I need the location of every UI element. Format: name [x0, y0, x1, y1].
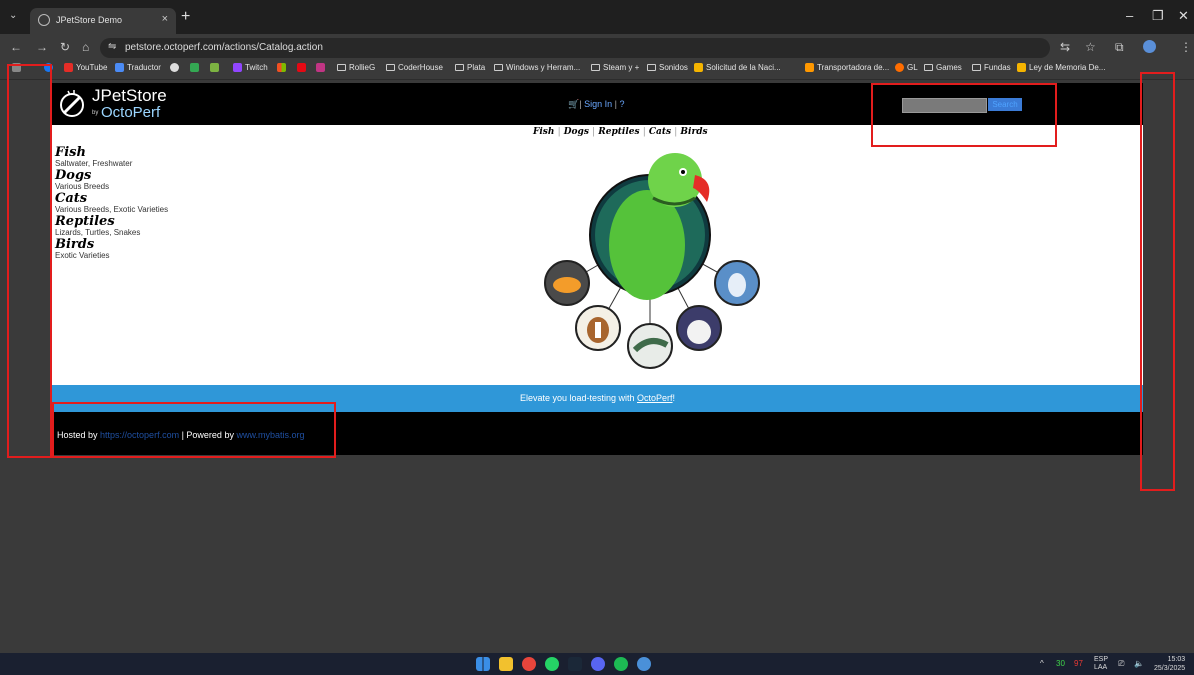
reload-icon[interactable]: ↻ [60, 40, 70, 54]
windows-start-icon[interactable] [476, 657, 490, 671]
network-icon[interactable]: ⎚ [1118, 659, 1124, 669]
back-icon[interactable]: ← [10, 40, 22, 54]
microsoft-icon[interactable] [277, 63, 289, 72]
signin-link[interactable]: 🛒| Sign In | ? [568, 99, 625, 110]
quicklink-fish[interactable]: Fish [533, 127, 554, 137]
tray-chevron-icon[interactable]: ^ [1040, 659, 1044, 668]
quicklink-reptiles[interactable]: Reptiles [598, 127, 639, 137]
sidebar-fish[interactable]: Fish [55, 146, 168, 159]
translate-icon[interactable]: ⇆ [1060, 40, 1070, 54]
browser-tab[interactable]: JPetStore Demo × [30, 8, 176, 34]
instagram-icon[interactable] [316, 63, 328, 72]
bookmark-coderhouse[interactable]: CoderHouse [386, 63, 443, 72]
birds-small-circle[interactable] [714, 260, 760, 306]
fish-circle[interactable] [544, 260, 590, 306]
tray-num1: 30 [1056, 659, 1065, 668]
bookmark-plata[interactable]: Plata [455, 63, 485, 72]
bookmark-fundas[interactable]: Fundas [972, 63, 1011, 72]
banner-text: Elevate you load-testing with [519, 393, 638, 403]
bookmark-ley[interactable]: Ley de Memoria De... [1017, 63, 1105, 72]
profile-avatar[interactable] [1143, 40, 1156, 53]
maps-icon[interactable] [190, 63, 202, 72]
spotify-icon[interactable] [614, 657, 628, 671]
netflix-icon[interactable] [297, 63, 309, 72]
bookmark-youtube[interactable]: YouTube [64, 63, 107, 72]
url-text[interactable]: petstore.octoperf.com/actions/Catalog.ac… [125, 42, 323, 53]
bookmark-traductor[interactable]: Traductor [115, 63, 161, 72]
sidebar-reptiles[interactable]: Reptiles [55, 215, 168, 228]
tray-language[interactable]: ESP LAA [1094, 656, 1108, 672]
tab-bar [0, 0, 1194, 34]
quicklink-dogs[interactable]: Dogs [564, 127, 589, 137]
help-link[interactable]: ? [619, 99, 624, 109]
steam-icon[interactable] [568, 657, 582, 671]
site-info-icon[interactable]: ⇋ [108, 41, 116, 52]
cart-icon[interactable]: 🛒 [568, 99, 579, 109]
octoperf-logo-icon[interactable] [58, 87, 88, 121]
quick-links: Fish | Dogs | Reptiles | Cats | Birds [533, 127, 708, 137]
quicklink-birds[interactable]: Birds [680, 127, 707, 137]
logo-by: by [92, 110, 99, 116]
sidebar-dogs-desc: Various Breeds [55, 182, 110, 191]
logo-octoperf[interactable]: OctoPerf [101, 104, 160, 121]
bookmark-twitch[interactable]: Twitch [233, 63, 268, 72]
sidebar-birds-desc: Exotic Varieties [55, 251, 110, 260]
bookmark-solicitud[interactable]: Solicitud de la Naci... [694, 63, 781, 72]
bookmark-icon[interactable] [210, 63, 222, 72]
bookmark-games[interactable]: Games [924, 63, 962, 72]
annotation-box-footer [52, 402, 336, 458]
annotation-box-search [871, 83, 1057, 147]
menu-dots-icon[interactable]: ⋮ [1180, 40, 1192, 54]
whatsapp-icon[interactable] [545, 657, 559, 671]
sidebar-cats[interactable]: Cats [55, 192, 168, 205]
tray-num2: 97 [1074, 659, 1083, 668]
cats-circle[interactable] [676, 305, 722, 351]
restore-icon[interactable]: ❐ [1152, 8, 1164, 24]
dogs-circle[interactable] [575, 305, 621, 351]
app-icon[interactable] [637, 657, 651, 671]
sidebar-cats-desc: Various Breeds, Exotic Varieties [55, 205, 169, 214]
bookmark-steam[interactable]: Steam y + [591, 63, 639, 72]
reptiles-circle[interactable] [627, 323, 673, 369]
tab-title: JPetStore Demo [56, 15, 123, 25]
minimize-icon[interactable]: – [1126, 8, 1133, 23]
tab-favicon-icon [38, 14, 50, 26]
category-sidebar: Fish Saltwater, Freshwater Dogs Various … [55, 146, 168, 261]
chrome-icon[interactable] [522, 657, 536, 671]
banner-octoperf-link[interactable]: OctoPerf [637, 393, 673, 403]
file-explorer-icon[interactable] [499, 657, 513, 671]
window-close-icon[interactable]: ✕ [1178, 8, 1189, 24]
tab-search-icon[interactable]: ⌄ [9, 10, 17, 21]
github-icon[interactable] [170, 63, 182, 72]
sidebar-fish-desc: Saltwater, Freshwater [55, 159, 133, 168]
main-image-map [544, 153, 760, 369]
volume-icon[interactable]: 🔈 [1134, 659, 1144, 668]
discord-icon[interactable] [591, 657, 605, 671]
bookmark-gl[interactable]: GL [895, 63, 918, 72]
sidebar-dogs[interactable]: Dogs [55, 169, 168, 182]
bookmark-sonidos[interactable]: Sonidos [647, 63, 688, 72]
quicklink-cats[interactable]: Cats [649, 127, 671, 137]
forward-icon[interactable]: → [36, 40, 48, 54]
sidebar-birds[interactable]: Birds [55, 238, 168, 251]
bookmark-windows[interactable]: Windows y Herram... [494, 63, 580, 72]
annotation-box-right [1140, 72, 1175, 491]
home-icon[interactable]: ⌂ [82, 40, 89, 54]
banner-end: ! [672, 393, 676, 403]
new-tab-button[interactable]: + [181, 8, 190, 26]
clock[interactable]: 15:03 25/3/2025 [1154, 655, 1185, 673]
bookmark-transportadora[interactable]: Transportadora de... [805, 63, 889, 72]
annotation-box-left [7, 64, 52, 458]
extensions-icon[interactable]: ⧉ [1115, 40, 1124, 55]
bookmark-star-icon[interactable]: ☆ [1085, 40, 1096, 54]
sidebar-reptiles-desc: Lizards, Turtles, Snakes [55, 228, 141, 237]
logo-jpetstore[interactable]: JPetStore [92, 86, 167, 106]
bookmark-rollieg[interactable]: RollieG [337, 63, 375, 72]
tab-close-icon[interactable]: × [162, 13, 168, 25]
